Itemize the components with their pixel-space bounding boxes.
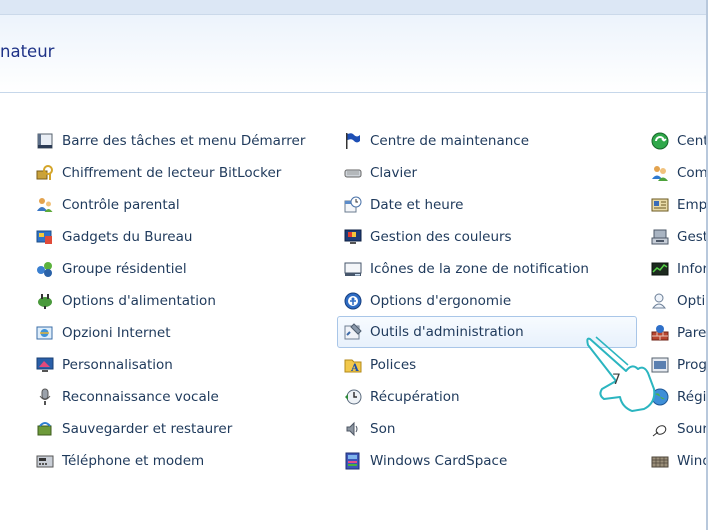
item-label: Gestion des couleurs (370, 229, 512, 245)
personalization-icon (35, 355, 55, 375)
parental-control-icon (35, 195, 55, 215)
item-personnalisation[interactable]: Personnalisation (31, 351, 173, 379)
item-label: Régi (677, 389, 706, 405)
item-com[interactable]: Com (646, 159, 706, 187)
item-telephone-modem[interactable]: Téléphone et modem (31, 447, 204, 475)
title-bar (0, 0, 708, 15)
item-opzioni-internet[interactable]: Opzioni Internet (31, 319, 171, 347)
item-label: Com (677, 165, 706, 181)
backup-restore-icon (35, 419, 55, 439)
item-label: Son (370, 421, 396, 437)
item-label: Prog (677, 357, 706, 373)
item-clavier[interactable]: Clavier (339, 159, 417, 187)
item-sour[interactable]: Sour (646, 415, 706, 443)
item-label: Icônes de la zone de notification (370, 261, 589, 277)
device-manager-icon (650, 227, 670, 247)
item-controle-parental[interactable]: Contrôle parental (31, 191, 180, 219)
item-label: Opzioni Internet (62, 325, 171, 341)
item-gadgets[interactable]: Gadgets du Bureau (31, 223, 192, 251)
item-label: Chiffrement de lecteur BitLocker (62, 165, 282, 181)
recovery-icon (343, 387, 363, 407)
item-label: Options d'ergonomie (370, 293, 512, 309)
flag-icon (343, 131, 363, 151)
item-optic[interactable]: Optic (646, 287, 706, 315)
mouse-icon (650, 419, 670, 439)
item-reconnaissance-vocale[interactable]: Reconnaissance vocale (31, 383, 219, 411)
internet-options-icon (35, 323, 55, 343)
windows-update-icon (650, 451, 670, 471)
item-windows-cardspace[interactable]: Windows CardSpace (339, 447, 507, 475)
item-label: Windows CardSpace (370, 453, 508, 469)
item-polices[interactable]: A Polices (339, 351, 416, 379)
item-options-ergonomie[interactable]: Options d'ergonomie (339, 287, 511, 315)
sync-center-icon (650, 131, 670, 151)
item-date-heure[interactable]: Date et heure (339, 191, 463, 219)
item-label: Polices (370, 357, 417, 373)
column-3: Cent Com Emp Gest Infor Optic Pare Prog … (646, 127, 706, 487)
item-label: Optic (677, 293, 706, 309)
item-label: Personnalisation (62, 357, 173, 373)
item-label: Récupération (370, 389, 460, 405)
item-label: Centre de maintenance (370, 133, 530, 149)
homegroup-icon (35, 259, 55, 279)
folder-options-icon (650, 291, 670, 311)
item-cent[interactable]: Cent (646, 127, 706, 155)
item-label: Barre des tâches et menu Démarrer (62, 133, 306, 149)
item-infor[interactable]: Infor (646, 255, 706, 283)
item-label: Date et heure (370, 197, 464, 213)
item-label: Gadgets du Bureau (62, 229, 193, 245)
header-bar (0, 0, 708, 93)
date-time-icon (343, 195, 363, 215)
item-gest[interactable]: Gest (646, 223, 706, 251)
pointing-hand-icon (586, 336, 656, 412)
item-label: Sour (677, 421, 706, 437)
item-label: Outils d'administration (370, 324, 524, 340)
item-label: Gest (677, 229, 706, 245)
speaker-icon (343, 419, 363, 439)
item-label: Groupe résidentiel (62, 261, 187, 277)
item-label: Wind (677, 453, 706, 469)
desktop-gadgets-icon (35, 227, 55, 247)
item-label: Clavier (370, 165, 418, 181)
item-options-alimentation[interactable]: Options d'alimentation (31, 287, 216, 315)
phone-modem-icon (35, 451, 55, 471)
item-wind[interactable]: Wind (646, 447, 706, 475)
item-icones-notification[interactable]: Icônes de la zone de notification (339, 255, 589, 283)
bitlocker-key-icon (35, 163, 55, 183)
item-label: Sauvegarder et restaurer (62, 421, 233, 437)
item-recuperation[interactable]: Récupération (339, 383, 460, 411)
admin-tools-icon (343, 322, 363, 342)
cardspace-icon (343, 451, 363, 471)
item-label: Infor (677, 261, 706, 277)
item-label: Cent (677, 133, 706, 149)
ease-of-access-icon (343, 291, 363, 311)
item-label: Emp (677, 197, 706, 213)
item-label: Téléphone et modem (62, 453, 205, 469)
item-label: Options d'alimentation (62, 293, 216, 309)
step-number: 7 (612, 372, 621, 388)
page-title: nateur (0, 42, 55, 61)
keyboard-icon (343, 163, 363, 183)
credential-icon (650, 195, 670, 215)
microphone-icon (35, 387, 55, 407)
item-label: Pare (677, 325, 706, 341)
item-bitlocker[interactable]: Chiffrement de lecteur BitLocker (31, 159, 281, 187)
item-sauvegarder[interactable]: Sauvegarder et restaurer (31, 415, 232, 443)
users-icon (650, 163, 670, 183)
performance-icon (650, 259, 670, 279)
taskbar-icon (35, 131, 55, 151)
item-son[interactable]: Son (339, 415, 395, 443)
item-gestion-couleurs[interactable]: Gestion des couleurs (339, 223, 512, 251)
color-management-icon (343, 227, 363, 247)
item-label: Contrôle parental (62, 197, 180, 213)
item-label: Reconnaissance vocale (62, 389, 219, 405)
notification-area-icon (343, 259, 363, 279)
fonts-icon: A (343, 355, 363, 375)
item-emp[interactable]: Emp (646, 191, 706, 219)
svg-text:A: A (350, 363, 359, 374)
item-groupe-residentiel[interactable]: Groupe résidentiel (31, 255, 187, 283)
item-centre-maintenance[interactable]: Centre de maintenance (339, 127, 529, 155)
power-options-icon (35, 291, 55, 311)
item-barre-taches[interactable]: Barre des tâches et menu Démarrer (31, 127, 305, 155)
